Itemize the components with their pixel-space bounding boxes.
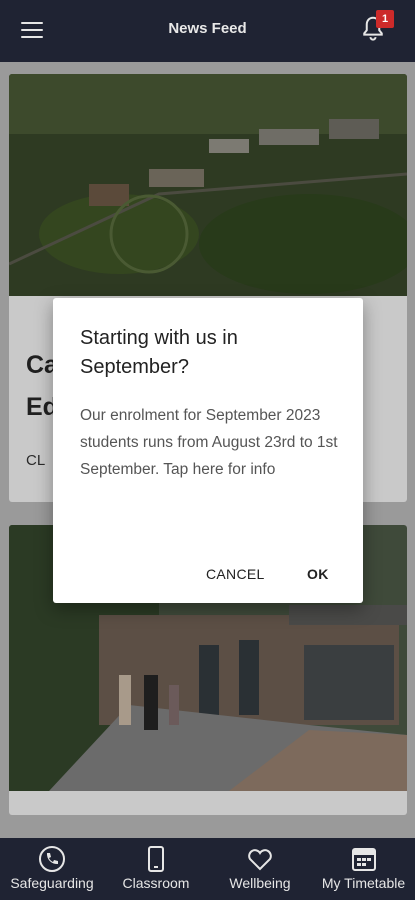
calendar-icon	[351, 848, 376, 871]
dialog-title: Starting with us in September?	[80, 327, 238, 378]
phone-icon	[39, 846, 65, 872]
nav-label: My Timetable	[321, 875, 406, 891]
enrolment-dialog[interactable]: Starting with us in September? Our enrol…	[53, 298, 363, 603]
tablet-icon	[148, 846, 164, 872]
nav-label: Safeguarding	[10, 875, 94, 891]
nav-item-safeguarding[interactable]: Safeguarding	[0, 838, 104, 900]
ok-button[interactable]: OK	[307, 566, 329, 582]
nav-item-classroom[interactable]: Classroom	[104, 838, 208, 900]
dialog-message[interactable]: Our enrolment for September 2023 student…	[80, 402, 350, 483]
bottom-navigation: Safeguarding Classroom Wellbeing My Time…	[0, 838, 415, 900]
cancel-button[interactable]: CANCEL	[206, 566, 265, 582]
nav-item-wellbeing[interactable]: Wellbeing	[208, 838, 312, 900]
heart-icon	[248, 849, 272, 871]
nav-label: Classroom	[122, 875, 190, 891]
nav-label: Wellbeing	[229, 875, 291, 891]
nav-item-my-timetable[interactable]: My Timetable	[312, 838, 415, 900]
